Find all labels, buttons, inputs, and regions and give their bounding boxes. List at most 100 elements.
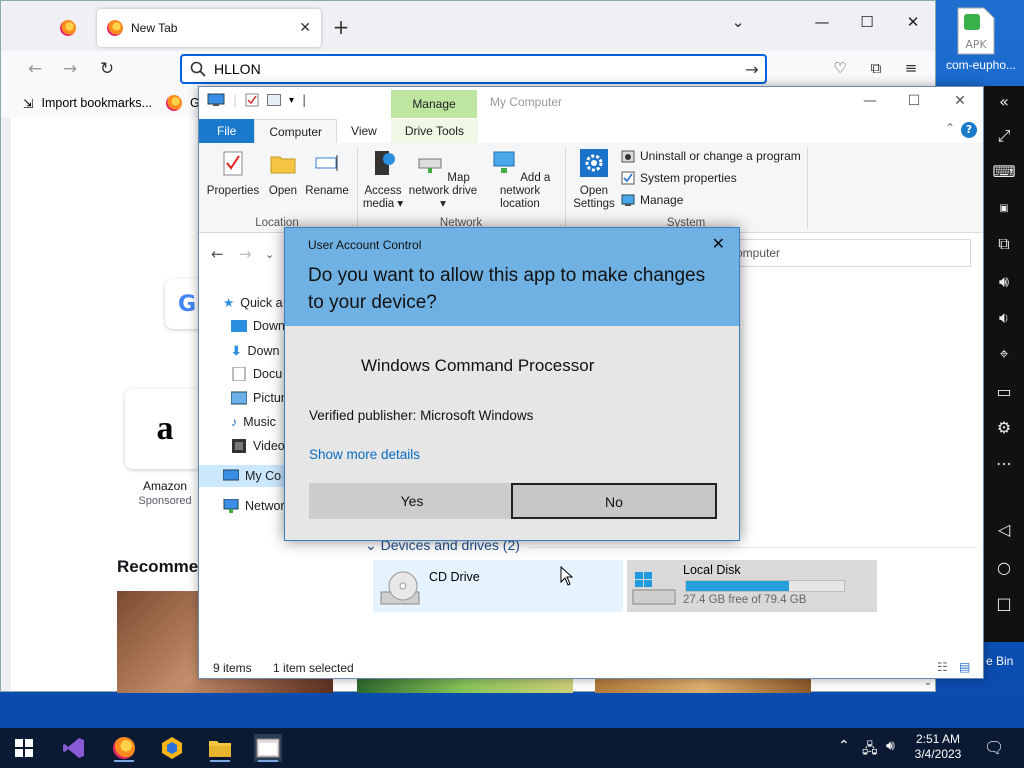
- properties-check-icon[interactable]: [245, 93, 259, 107]
- firefox-tab-new-tab[interactable]: New Tab ✕: [97, 9, 321, 47]
- fullscreen-icon[interactable]: ⤢: [984, 126, 1024, 146]
- firefox-tab-pinned[interactable]: [45, 11, 91, 45]
- amazon-shortcut-tile[interactable]: a: [125, 389, 205, 469]
- clock-date: 3/4/2023: [914, 747, 962, 761]
- access-media-button[interactable]: Access media ▾: [361, 149, 405, 211]
- command-prompt-taskbar-icon[interactable]: [254, 734, 282, 762]
- file-explorer-taskbar-icon[interactable]: [206, 734, 234, 762]
- hamburger-menu-icon[interactable]: ≡: [899, 59, 923, 77]
- visual-studio-icon[interactable]: [60, 734, 88, 762]
- forward-arrow-icon[interactable]: →: [58, 59, 82, 79]
- android-recents-icon[interactable]: □: [984, 594, 1024, 613]
- system-properties-button[interactable]: System properties: [621, 171, 737, 185]
- recommended-story-image[interactable]: [595, 677, 811, 693]
- forward-arrow-icon[interactable]: →: [239, 245, 252, 263]
- back-arrow-icon[interactable]: ←: [23, 59, 47, 79]
- sidebar-item-desktop[interactable]: Down: [231, 319, 285, 333]
- volume-up-icon[interactable]: 🔊︎: [984, 272, 1024, 292]
- network-icon[interactable]: 🖧︎: [862, 738, 878, 762]
- properties-button[interactable]: Properties: [205, 149, 261, 198]
- multi-instance-icon[interactable]: ⧉: [984, 234, 1024, 254]
- add-network-location-button[interactable]: Add a network location: [479, 149, 561, 211]
- maximize-icon[interactable]: ☐: [899, 93, 929, 109]
- address-bar[interactable]: omputer: [729, 239, 971, 267]
- android-home-icon[interactable]: ○: [984, 558, 1024, 577]
- sidebar-item-quick-access[interactable]: ★ Quick a: [223, 295, 283, 311]
- open-settings-button[interactable]: Open Settings: [569, 149, 619, 211]
- apk-file-icon[interactable]: APK: [952, 6, 998, 56]
- back-arrow-icon[interactable]: ←: [211, 245, 224, 263]
- tab-computer[interactable]: Computer: [254, 119, 338, 143]
- settings-gear-icon[interactable]: ⚙: [984, 418, 1024, 437]
- tab-close-icon[interactable]: ✕: [299, 20, 311, 36]
- tab-view[interactable]: View: [337, 119, 391, 143]
- url-input[interactable]: [214, 61, 731, 77]
- map-network-drive-button[interactable]: Map network drive ▾: [407, 149, 479, 211]
- sidebar-item-my-computer[interactable]: My Co: [199, 465, 289, 487]
- tab-file[interactable]: File: [199, 119, 255, 143]
- url-bar[interactable]: →: [180, 54, 767, 84]
- close-window-icon[interactable]: ✕: [898, 13, 928, 31]
- search-icon: [190, 61, 206, 77]
- show-more-details-link[interactable]: Show more details: [309, 447, 420, 462]
- pocket-icon[interactable]: ♡: [828, 59, 852, 77]
- sidebar-item-documents[interactable]: Docu: [231, 367, 282, 381]
- large-icons-view-icon[interactable]: ▤: [959, 660, 970, 674]
- minimize-icon[interactable]: —: [807, 13, 837, 31]
- computer-management-icon: [621, 194, 635, 206]
- collapse-toolbar-icon[interactable]: «: [984, 92, 1024, 111]
- list-all-tabs-chevron-icon[interactable]: ⌄: [723, 13, 753, 31]
- minimize-icon[interactable]: —: [855, 93, 885, 109]
- sidebar-item-pictures[interactable]: Pictur: [231, 391, 285, 405]
- firefox-taskbar-icon[interactable]: [110, 734, 138, 762]
- android-back-icon[interactable]: ◁: [984, 520, 1024, 539]
- help-icon[interactable]: ?: [961, 122, 977, 138]
- new-folder-icon[interactable]: [267, 94, 282, 106]
- reload-icon[interactable]: ↻: [95, 59, 119, 79]
- qat-dropdown-icon[interactable]: ▾: [289, 95, 294, 106]
- rename-button[interactable]: Rename: [305, 149, 349, 198]
- taskbar-clock[interactable]: 2:51 AM 3/4/2023: [906, 732, 970, 762]
- volume-down-icon[interactable]: 🔉︎: [984, 308, 1024, 328]
- show-hidden-icons-chevron-icon[interactable]: ⌃: [838, 738, 850, 754]
- firefox-logo-icon: [165, 95, 182, 111]
- uninstall-program-button[interactable]: Uninstall or change a program: [621, 149, 801, 163]
- sidebar-item-music[interactable]: ♪ Music: [231, 415, 276, 429]
- location-pin-icon[interactable]: ⌖: [984, 344, 1024, 364]
- computer-icon: [207, 93, 225, 106]
- uac-publisher: Verified publisher: Microsoft Windows: [309, 408, 534, 423]
- collapse-ribbon-chevron-icon[interactable]: ⌃: [945, 121, 955, 135]
- install-apk-icon[interactable]: ▣: [984, 198, 1024, 220]
- go-arrow-icon[interactable]: →: [739, 60, 765, 79]
- yes-button[interactable]: Yes: [309, 483, 515, 519]
- bookmark-import[interactable]: Import bookmarks...: [41, 96, 151, 110]
- close-icon[interactable]: ✕: [712, 234, 725, 253]
- folder-icon[interactable]: ▭: [984, 382, 1024, 401]
- manage-contextual-tab[interactable]: Manage: [391, 90, 477, 118]
- sidebar-item-network[interactable]: Networ: [223, 499, 285, 513]
- volume-icon[interactable]: 🔊︎: [886, 738, 895, 754]
- network-icon: [223, 499, 239, 513]
- maximize-icon[interactable]: ☐: [852, 13, 882, 31]
- recommended-story-image[interactable]: [357, 677, 573, 693]
- details-view-icon[interactable]: ☷: [937, 660, 948, 674]
- no-button[interactable]: No: [511, 483, 717, 519]
- app-hexagon-icon[interactable]: [158, 734, 186, 762]
- close-window-icon[interactable]: ✕: [945, 93, 975, 109]
- drive-tile-cd[interactable]: CD Drive: [373, 560, 623, 612]
- recent-locations-chevron-icon[interactable]: ⌄: [265, 248, 274, 261]
- open-button[interactable]: Open: [263, 149, 303, 198]
- notifications-icon[interactable]: 🗨︎: [984, 738, 1004, 757]
- tab-drive-tools[interactable]: Drive Tools: [390, 119, 478, 143]
- sidebar-item-downloads[interactable]: ⬇ Down: [231, 343, 279, 359]
- more-options-icon[interactable]: ⋯: [984, 454, 1024, 473]
- apk-file-label[interactable]: com-eupho...: [938, 58, 1024, 72]
- recycle-bin-label[interactable]: e Bin: [986, 654, 1013, 668]
- scroll-down-chevron-icon[interactable]: ⌄: [921, 677, 935, 691]
- start-windows-icon[interactable]: [10, 734, 38, 762]
- keyboard-icon[interactable]: ⌨: [984, 162, 1024, 181]
- new-tab-plus-icon[interactable]: +: [331, 15, 351, 39]
- manage-button[interactable]: Manage: [621, 193, 683, 207]
- extensions-icon[interactable]: ⧉: [864, 59, 888, 77]
- sidebar-item-videos[interactable]: Videos: [231, 439, 291, 453]
